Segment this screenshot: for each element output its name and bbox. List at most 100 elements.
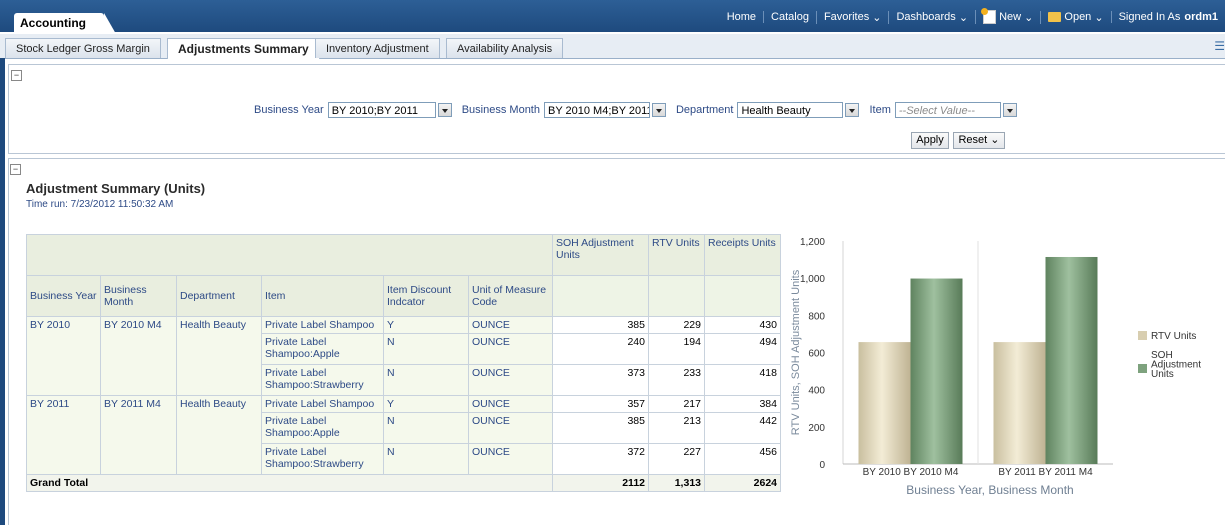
cell-item[interactable]: Private Label Shampoo:Apple [261, 333, 384, 365]
nav-home[interactable]: Home [720, 11, 763, 23]
business-year-label: Business Year [254, 104, 324, 116]
header-spacer [26, 234, 553, 276]
app-title-tab[interactable]: Accounting [14, 13, 116, 34]
collapse-icon[interactable]: − [10, 164, 21, 175]
grand-total-row: Grand Total 2112 1,313 2624 [26, 474, 781, 492]
header-blank [648, 275, 705, 317]
cell-discount[interactable]: N [383, 412, 469, 444]
table-header-row: Business Year Business Month Department … [26, 275, 781, 317]
dropdown-arrow-icon[interactable] [437, 103, 452, 117]
col-header-item[interactable]: Item [261, 275, 384, 317]
cell-discount[interactable]: Y [383, 395, 469, 413]
nav-open-label: Open [1064, 11, 1092, 23]
tab-availability-analysis[interactable]: Availability Analysis [446, 38, 564, 58]
cell-business-year[interactable]: BY 2010 [26, 316, 101, 396]
cell-business-year[interactable]: BY 2011 [26, 395, 101, 475]
total-soh: 2112 [552, 474, 649, 492]
cell-discount[interactable]: Y [383, 316, 469, 334]
cell-item[interactable]: Private Label Shampoo [261, 395, 384, 413]
item-label: Item [869, 104, 891, 116]
legend-label-soh-line: Units [1151, 369, 1174, 380]
cell-rtv: 233 [648, 364, 705, 396]
x-tick-label: BY 2010 BY 2010 M4 [863, 467, 959, 478]
global-nav: Home Catalog Favorites ⌄ Dashboards ⌄ Ne… [720, 8, 1225, 25]
nav-dashboards-label: Dashboards [896, 11, 956, 23]
cell-uom[interactable]: OUNCE [468, 316, 553, 334]
cell-department[interactable]: Health Beauty [176, 395, 262, 475]
col-header-business-year[interactable]: Business Year [26, 275, 101, 317]
cell-item[interactable]: Private Label Shampoo:Strawberry [261, 443, 384, 475]
col-header-soh[interactable]: SOH Adjustment Units [552, 234, 649, 276]
cell-discount[interactable]: N [383, 443, 469, 475]
cell-uom[interactable]: OUNCE [468, 412, 553, 444]
cell-rtv: 194 [648, 333, 705, 365]
department-select[interactable]: Health Beauty [737, 102, 844, 118]
user-name[interactable]: ordm1 [1184, 11, 1218, 23]
cell-receipts: 430 [704, 316, 781, 334]
bar-rtv [993, 342, 1046, 464]
cell-discount[interactable]: N [383, 333, 469, 365]
cell-uom[interactable]: OUNCE [468, 333, 553, 365]
y-tick-label: 1,200 [800, 237, 825, 248]
dropdown-arrow-icon[interactable] [651, 103, 666, 117]
tab-stock-ledger-gross-margin[interactable]: Stock Ledger Gross Margin [5, 38, 161, 58]
legend-swatch-soh [1138, 364, 1147, 373]
table-row: BY 2010 BY 2010 M4 Health Beauty Private… [26, 316, 781, 396]
reset-button[interactable]: Reset ⌄ [953, 132, 1005, 149]
chevron-down-icon: ⌄ [990, 134, 1000, 146]
cell-item[interactable]: Private Label Shampoo:Strawberry [261, 364, 384, 396]
dashboard-tabs: Stock Ledger Gross Margin Adjustments Su… [0, 34, 1225, 59]
bar-chart: 0 200 400 600 800 1,000 1,200 BY 2010 BY 2010 M… [790, 237, 1201, 497]
x-axis-title: Business Year, Business Month [906, 483, 1073, 497]
cell-uom[interactable]: OUNCE [468, 443, 553, 475]
bar-rtv [858, 342, 911, 464]
nav-new[interactable]: New ⌄ [975, 8, 1040, 24]
collapse-icon[interactable]: − [11, 70, 22, 81]
cell-business-month[interactable]: BY 2011 M4 [100, 395, 177, 475]
nav-open[interactable]: Open ⌄ [1040, 10, 1110, 24]
col-header-business-month[interactable]: Business Month [100, 275, 177, 317]
y-tick-label: 1,000 [800, 274, 825, 285]
cell-item[interactable]: Private Label Shampoo [261, 316, 384, 334]
table-row: BY 2011 BY 2011 M4 Health Beauty Private… [26, 395, 781, 475]
col-header-department[interactable]: Department [176, 275, 262, 317]
col-header-uom[interactable]: Unit of Measure Code [468, 275, 553, 317]
business-year-select[interactable]: BY 2010;BY 2011 [327, 102, 436, 118]
legend-swatch-rtv [1138, 331, 1147, 340]
cell-department[interactable]: Health Beauty [176, 316, 262, 396]
legend-label-soh: SOH Adjustment Units [1151, 350, 1201, 380]
cell-soh: 372 [552, 443, 649, 475]
dropdown-arrow-icon[interactable] [1002, 103, 1017, 117]
col-header-receipts[interactable]: Receipts Units [704, 234, 781, 276]
dropdown-arrow-icon[interactable] [845, 103, 860, 117]
page-options-icon[interactable]: ☰ [1214, 39, 1225, 53]
cell-soh: 385 [552, 316, 649, 334]
folder-icon [1048, 12, 1062, 22]
apply-button[interactable]: Apply [911, 132, 949, 149]
tab-adjustments-summary[interactable]: Adjustments Summary [167, 38, 320, 59]
cell-receipts: 494 [704, 333, 781, 365]
tab-inventory-adjustment[interactable]: Inventory Adjustment [315, 38, 440, 58]
nav-catalog[interactable]: Catalog [763, 11, 816, 23]
y-tick-label: 800 [808, 311, 825, 322]
cell-discount[interactable]: N [383, 364, 469, 396]
table-header-row: SOH Adjustment Units RTV Units Receipts … [26, 234, 781, 276]
business-month-select[interactable]: BY 2010 M4;BY 2011 [543, 102, 650, 118]
nav-dashboards[interactable]: Dashboards ⌄ [888, 10, 975, 24]
col-header-rtv[interactable]: RTV Units [648, 234, 705, 276]
prompts-row: Business Year BY 2010;BY 2011 Business M… [254, 100, 1027, 120]
col-header-discount-indicator[interactable]: Item Discount Indcator [383, 275, 469, 317]
chevron-down-icon: ⌄ [1024, 11, 1034, 24]
cell-uom[interactable]: OUNCE [468, 395, 553, 413]
item-select[interactable]: --Select Value-- [894, 102, 1001, 118]
total-rtv: 1,313 [648, 474, 705, 492]
cell-uom[interactable]: OUNCE [468, 364, 553, 396]
nav-favorites[interactable]: Favorites ⌄ [815, 10, 889, 24]
cell-item[interactable]: Private Label Shampoo:Apple [261, 412, 384, 444]
y-axis-title: RTV Units, SOH Adjustment Units [790, 269, 802, 435]
y-tick-label: 0 [819, 460, 825, 471]
signed-in-label: Signed In As [1118, 11, 1181, 23]
chevron-down-icon: ⌄ [1094, 11, 1104, 24]
cell-business-month[interactable]: BY 2010 M4 [100, 316, 177, 396]
report-title: Adjustment Summary (Units) [26, 181, 206, 196]
